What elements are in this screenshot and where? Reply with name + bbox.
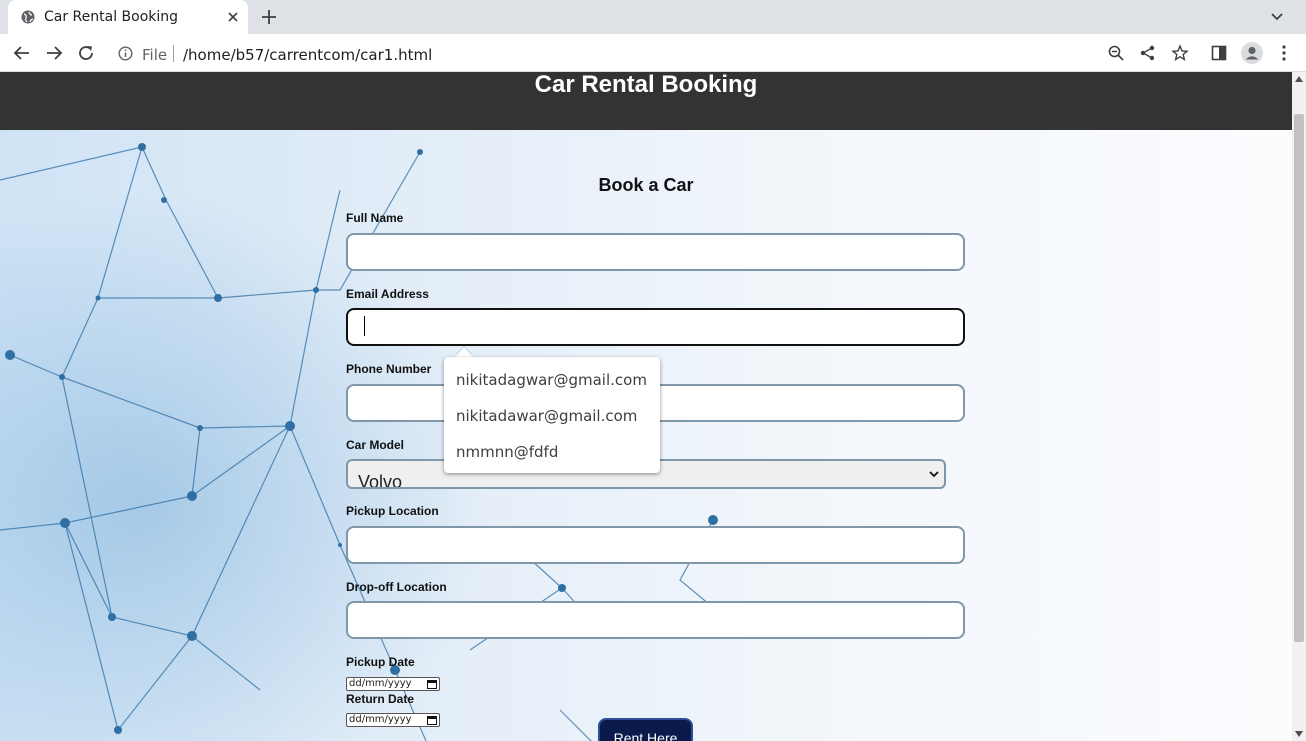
chevron-down-icon[interactable] [1268, 9, 1286, 25]
pickup-location-input[interactable] [346, 526, 965, 564]
browser-tab[interactable]: Car Rental Booking [8, 0, 248, 34]
zoom-icon[interactable] [1107, 44, 1125, 62]
form-heading: Book a Car [598, 175, 694, 195]
tab-title: Car Rental Booking [44, 9, 179, 25]
calendar-icon[interactable] [427, 679, 437, 689]
address-bar[interactable]: File /home/b57/carrentcom/car1.html [110, 37, 1140, 69]
car-model-selected: Volvo [358, 472, 403, 489]
kebab-menu-icon[interactable] [1276, 44, 1292, 62]
pickup-location-label: Pickup Location [346, 504, 439, 518]
rent-here-label: Rent Here [613, 730, 678, 741]
browser-toolbar: File /home/b57/carrentcom/car1.html [0, 34, 1306, 72]
url-text[interactable]: /home/b57/carrentcom/car1.html [183, 46, 432, 64]
url-scheme: File [142, 46, 168, 64]
autofill-dropdown: nikitadagwar@gmail.com nikitadawar@gmail… [444, 357, 660, 473]
autofill-suggestion[interactable]: nikitadagwar@gmail.com [444, 361, 660, 397]
omnibox-divider [173, 45, 174, 62]
info-icon[interactable] [118, 46, 133, 61]
globe-icon [21, 10, 35, 24]
scroll-up-arrow-icon[interactable] [1295, 76, 1303, 82]
side-panel-icon[interactable] [1210, 44, 1228, 62]
scroll-down-arrow-icon[interactable] [1295, 731, 1303, 737]
return-date-input[interactable]: dd/mm/yyyy [346, 713, 440, 727]
rent-here-button[interactable]: Rent Here [598, 718, 693, 741]
reload-icon[interactable] [77, 44, 95, 62]
vertical-scrollbar[interactable] [1292, 72, 1306, 741]
close-icon[interactable] [226, 10, 240, 24]
text-caret [364, 316, 365, 336]
star-icon[interactable] [1171, 44, 1189, 62]
forward-arrow-icon[interactable] [45, 44, 63, 62]
full-name-label: Full Name [346, 211, 404, 225]
profile-avatar-icon[interactable] [1241, 42, 1263, 64]
back-arrow-icon[interactable] [13, 44, 31, 62]
phone-label: Phone Number [346, 362, 432, 376]
pickup-date-placeholder: dd/mm/yyyy [349, 678, 412, 689]
site-title: Car Rental Booking [534, 72, 758, 98]
autofill-suggestion[interactable]: nikitadawar@gmail.com [444, 397, 660, 433]
return-date-placeholder: dd/mm/yyyy [349, 714, 412, 725]
calendar-icon[interactable] [427, 715, 437, 725]
chevron-down-icon [929, 471, 939, 478]
email-label: Email Address [346, 287, 429, 301]
new-tab-icon[interactable] [260, 8, 278, 26]
full-name-input[interactable] [346, 233, 965, 271]
share-icon[interactable] [1139, 44, 1157, 62]
dropoff-location-label: Drop-off Location [346, 580, 447, 594]
pickup-date-input[interactable]: dd/mm/yyyy [346, 677, 440, 691]
email-input[interactable] [346, 308, 965, 346]
scrollbar-thumb[interactable] [1294, 114, 1304, 642]
dropoff-location-input[interactable] [346, 601, 965, 639]
autofill-suggestion[interactable]: nmmnn@fdfd [444, 433, 660, 469]
return-date-label: Return Date [346, 692, 415, 706]
car-model-label: Car Model [346, 438, 405, 452]
site-header: Car Rental Booking [0, 72, 1292, 130]
pickup-date-label: Pickup Date [346, 655, 415, 669]
tab-strip: Car Rental Booking [0, 0, 1306, 34]
